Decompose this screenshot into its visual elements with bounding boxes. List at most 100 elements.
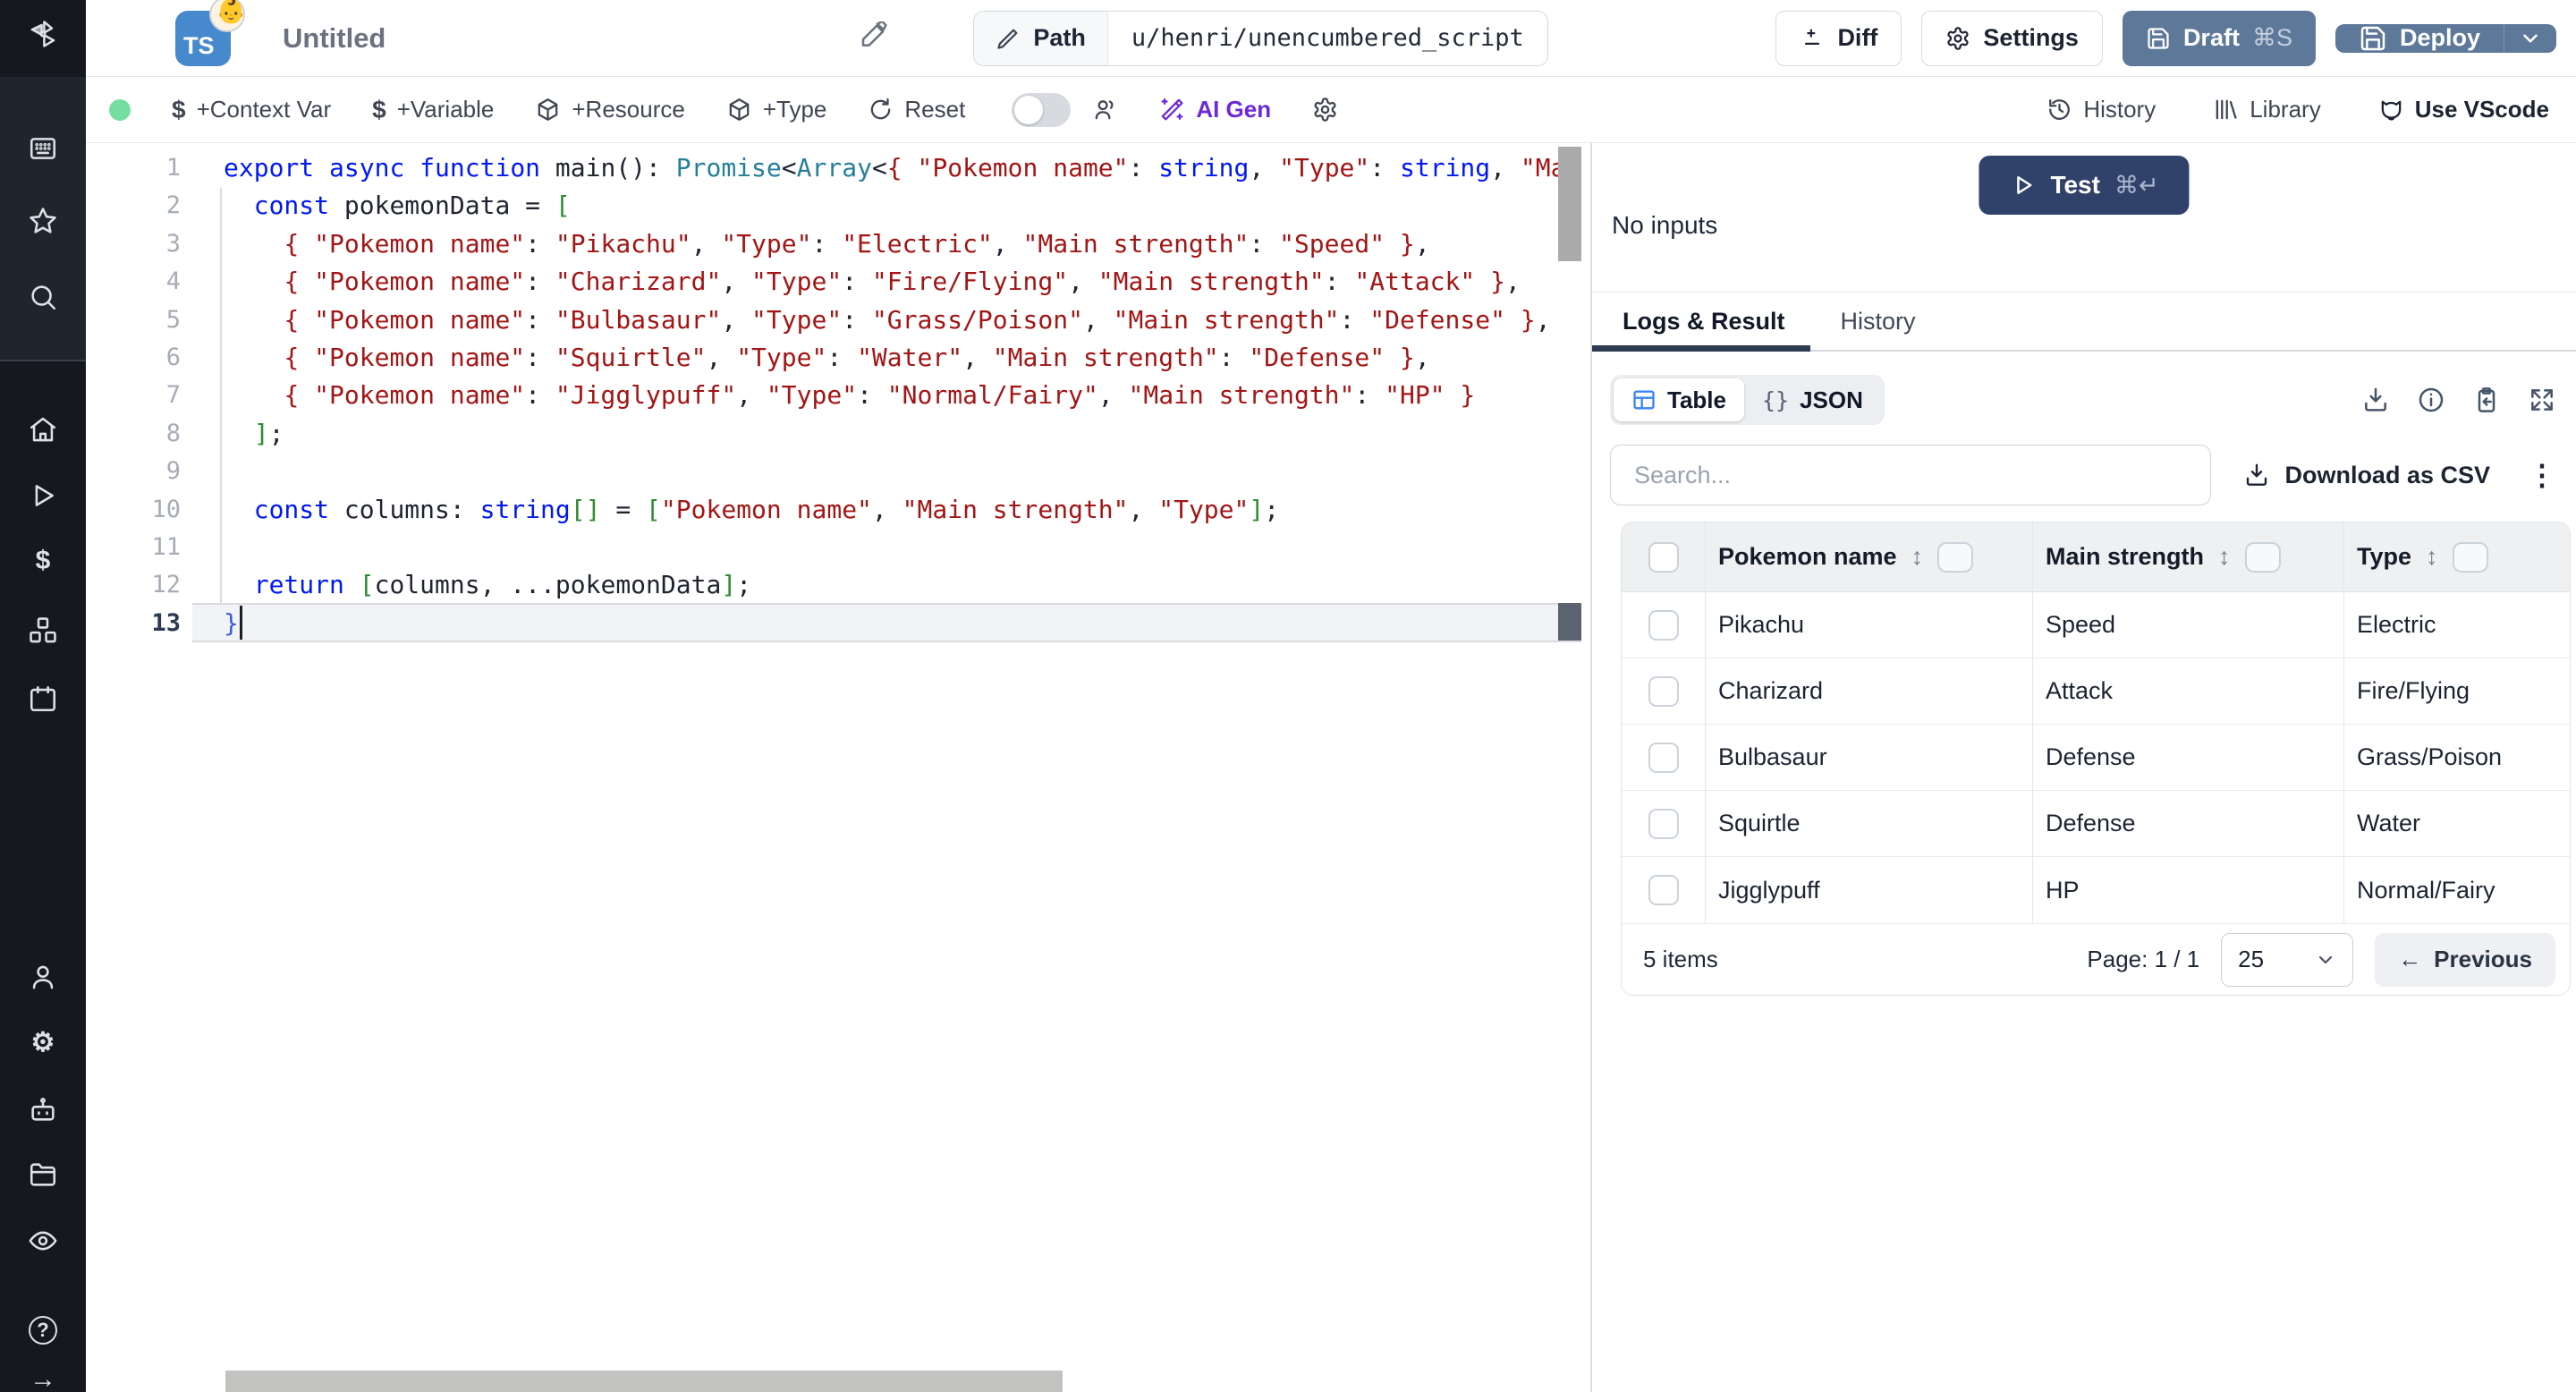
cell-name: Bulbasaur — [1718, 743, 1827, 770]
settings-gear-icon[interactable]: ⚙ — [25, 1024, 61, 1060]
cell-strength: Speed — [2046, 611, 2116, 638]
runs-play-icon[interactable] — [25, 478, 61, 514]
sort-icon[interactable]: ↕ — [1911, 543, 1924, 571]
windmill-script-editor: $ ⚙ ? → TS 👶 Untitled Path u/henri/unenc… — [0, 0, 2576, 1392]
library-icon — [2216, 99, 2237, 120]
table-row[interactable]: Jigglypuff HP Normal/Fairy — [1622, 857, 2570, 923]
table-search-row: Download as CSV ⋮ — [1610, 445, 2556, 505]
download-csv-button[interactable]: Download as CSV — [2243, 462, 2490, 489]
copy-to-clipboard-icon[interactable] — [2472, 386, 2501, 414]
code-line: 5 { "Pokemon name": "Bulbasaur", "Type":… — [165, 304, 1551, 335]
dollar-icon: $ — [372, 95, 386, 123]
use-vscode-button[interactable]: Use VScode — [2378, 96, 2549, 123]
row-checkbox[interactable] — [1648, 808, 1679, 839]
collaborators-icon[interactable] — [1092, 97, 1118, 123]
select-all-checkbox[interactable] — [1648, 541, 1679, 573]
ai-gen-button[interactable]: AI Gen — [1159, 96, 1271, 123]
cell-name: Charizard — [1718, 677, 1824, 704]
sort-icon[interactable]: ↕ — [2426, 543, 2438, 571]
sort-icon[interactable]: ↕ — [2218, 543, 2231, 571]
tab-logs-result[interactable]: Logs & Result — [1592, 293, 1810, 352]
page-size-select[interactable]: 25 — [2221, 932, 2354, 987]
column-toggle[interactable] — [1937, 541, 1974, 573]
table-header-row: Pokemon name ↕ Main strength ↕ Type ↕ — [1622, 522, 2570, 592]
reset-button[interactable]: Reset — [868, 96, 965, 123]
view-table-segment[interactable]: Table — [1614, 378, 1744, 421]
diff-mode-toggle[interactable] — [1012, 92, 1072, 127]
previous-page-button[interactable]: ← Previous — [2375, 932, 2555, 987]
column-header: Type — [2357, 543, 2412, 570]
path-label: Path — [974, 11, 1108, 65]
add-resource-button[interactable]: +Resource — [535, 96, 685, 123]
deploy-split-button: Deploy — [2334, 23, 2556, 53]
resources-boxes-icon[interactable] — [25, 613, 61, 649]
search-input[interactable] — [1610, 445, 2211, 505]
path-input[interactable]: Path u/henri/unencumbered_script — [973, 10, 1548, 66]
row-checkbox[interactable] — [1648, 675, 1679, 707]
gear-icon — [1947, 26, 1970, 50]
add-variable-button[interactable]: $ +Variable — [372, 96, 494, 124]
cat-icon — [2381, 100, 2402, 121]
collapse-arrow-icon[interactable]: → — [25, 1362, 61, 1392]
info-icon[interactable] — [2417, 386, 2445, 414]
sidebar-divider — [0, 360, 86, 361]
row-checkbox[interactable] — [1648, 875, 1679, 905]
draft-button[interactable]: Draft ⌘S — [2122, 10, 2316, 66]
users-icon — [1095, 100, 1114, 120]
scrollbar-thumb[interactable] — [1558, 147, 1581, 261]
cell-type: Fire/Flying — [2357, 677, 2470, 704]
braces-icon: {} — [1761, 386, 1790, 413]
column-toggle[interactable] — [2452, 541, 2488, 573]
table-row[interactable]: Squirtle Defense Water — [1622, 791, 2570, 857]
magic-wand-icon — [1161, 98, 1183, 121]
library-button[interactable]: Library — [2213, 96, 2321, 123]
test-button[interactable]: Test ⌘↵ — [1979, 156, 2190, 215]
deploy-more-button[interactable] — [2504, 23, 2556, 53]
more-options-kebab-icon[interactable]: ⋮ — [2528, 458, 2556, 492]
variables-dollar-icon[interactable]: $ — [25, 543, 61, 579]
table-row[interactable]: Pikachu Speed Electric — [1622, 592, 2570, 658]
status-dot — [109, 98, 131, 121]
help-icon[interactable]: ? — [25, 1312, 61, 1348]
search-icon[interactable] — [25, 279, 61, 315]
diff-button[interactable]: Diff — [1775, 10, 1902, 66]
history-button[interactable]: History — [2046, 96, 2156, 123]
keypad-icon[interactable] — [25, 131, 61, 166]
test-section: Test ⌘↵ No inputs — [1592, 143, 2576, 293]
editor-horizontal-scrollbar[interactable] — [225, 1371, 1063, 1392]
add-context-var-button[interactable]: $ +Context Var — [172, 96, 331, 124]
tab-history[interactable]: History — [1828, 293, 1928, 350]
deploy-button[interactable]: Deploy — [2335, 24, 2504, 53]
edit-title-pencil-icon[interactable] — [860, 20, 888, 55]
code-line: 2 const pokemonData = [ — [165, 191, 571, 221]
chevron-down-icon — [2319, 955, 2333, 963]
expand-icon[interactable] — [2528, 386, 2556, 414]
draft-shortcut: ⌘S — [2251, 24, 2292, 51]
folder-icon[interactable] — [25, 1157, 61, 1193]
table-row[interactable]: Bulbasaur Defense Grass/Poison — [1622, 725, 2570, 791]
cell-strength: HP — [2046, 876, 2080, 904]
view-json-segment[interactable]: {} JSON — [1744, 378, 1881, 421]
no-inputs-label: No inputs — [1612, 211, 1718, 239]
settings-button[interactable]: Settings — [1921, 10, 2103, 66]
editor-vertical-scrollbar[interactable] — [1558, 143, 1581, 1392]
schedules-calendar-icon[interactable] — [25, 681, 61, 717]
row-checkbox[interactable] — [1648, 609, 1679, 641]
home-icon[interactable] — [25, 412, 61, 447]
audit-eye-icon[interactable] — [25, 1223, 61, 1259]
code-line: 3 { "Pokemon name": "Pikachu", "Type": "… — [165, 228, 1430, 259]
windmill-logo-icon[interactable] — [25, 16, 61, 52]
box-icon — [538, 98, 558, 121]
editor-settings-gear-icon[interactable] — [1312, 97, 1338, 123]
code-editor[interactable]: 1 export async function main(): Promise<A… — [86, 143, 1590, 1392]
add-type-button[interactable]: +Type — [726, 96, 826, 123]
code-line: 10 const columns: string[] = ["Pokemon n… — [151, 494, 1280, 524]
column-header: Pokemon name — [1718, 543, 1897, 570]
workers-robot-icon[interactable] — [25, 1091, 61, 1127]
download-icon[interactable] — [2361, 386, 2390, 414]
table-row[interactable]: Charizard Attack Fire/Flying — [1622, 658, 2570, 725]
row-checkbox[interactable] — [1648, 742, 1679, 773]
user-icon[interactable] — [25, 959, 61, 995]
star-icon[interactable] — [25, 203, 61, 239]
column-toggle[interactable] — [2244, 541, 2281, 573]
